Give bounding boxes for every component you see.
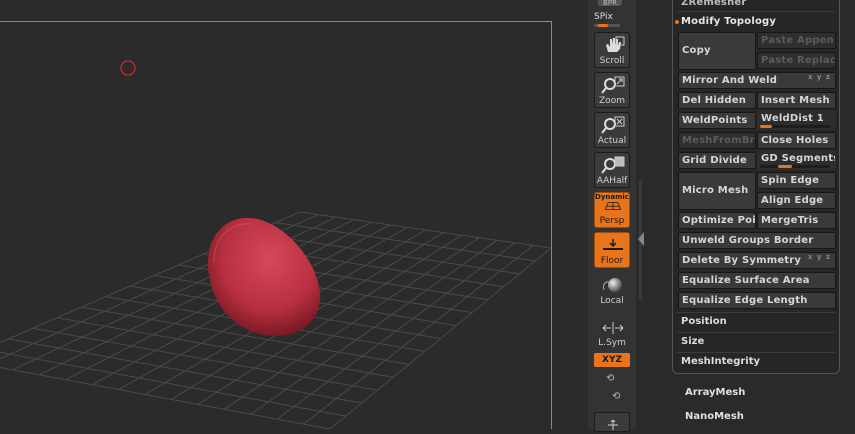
- mirror-and-weld-button[interactable]: Mirror And Weld x y z: [678, 72, 836, 89]
- delete-by-symmetry-button[interactable]: Delete By Symmetry x y z: [678, 252, 836, 269]
- rotate-z-icon[interactable]: ⟲: [612, 391, 620, 402]
- zoom-button[interactable]: Zoom: [594, 72, 630, 108]
- meshfrombrush-button[interactable]: MeshFromBru: [678, 132, 756, 149]
- collapse-arrow-icon[interactable]: [638, 232, 644, 246]
- nanomesh-subpalette[interactable]: NanoMesh: [685, 411, 744, 422]
- floor-label: Floor: [600, 256, 624, 266]
- optimize-points-button[interactable]: Optimize Poi: [678, 212, 756, 229]
- magnifier-half-icon: [601, 156, 625, 174]
- close-holes-button[interactable]: Close Holes: [757, 132, 836, 149]
- document-viewport[interactable]: [0, 0, 588, 429]
- lsym-label: L.Sym: [598, 338, 626, 348]
- equalize-edge-length-button[interactable]: Equalize Edge Length: [678, 292, 836, 309]
- rotate-y-icon[interactable]: ⟲: [606, 373, 614, 384]
- persp-label: Persp: [599, 216, 625, 226]
- scroll-button[interactable]: Scroll: [594, 32, 630, 68]
- mesh-object[interactable]: [207, 217, 321, 337]
- meshintegrity-subpalette[interactable]: MeshIntegrity: [681, 356, 760, 367]
- cursor-ring-icon: [120, 60, 136, 76]
- copy-button[interactable]: Copy: [678, 32, 756, 70]
- weldpoints-button[interactable]: WeldPoints: [678, 112, 756, 129]
- zoom-label: Zoom: [599, 96, 625, 106]
- local-button[interactable]: Local: [594, 272, 630, 308]
- spix-label: SPix: [594, 12, 613, 22]
- perspective-grid-icon: [604, 201, 622, 210]
- floor-icon: [603, 239, 623, 250]
- mergetris-button[interactable]: MergeTris: [757, 212, 836, 229]
- gd-segments-label: GD Segments: [761, 153, 836, 164]
- welddist-label: WeldDist 1: [761, 113, 824, 124]
- gd-segments-slider[interactable]: GD Segments: [757, 150, 836, 170]
- micro-mesh-button[interactable]: Micro Mesh: [678, 172, 756, 210]
- lsym-button[interactable]: L.Sym: [594, 314, 630, 350]
- equalize-surface-area-button[interactable]: Equalize Surface Area: [678, 272, 836, 289]
- paste-append-button[interactable]: Paste Appen: [757, 32, 836, 49]
- local-sphere-icon: [603, 278, 622, 292]
- modify-topology-header[interactable]: Modify Topology: [674, 16, 776, 27]
- align-edge-button[interactable]: Align Edge: [757, 192, 836, 209]
- hand-icon: [606, 36, 625, 52]
- grid-divide-button[interactable]: Grid Divide: [678, 152, 756, 169]
- actual-label: Actual: [597, 136, 627, 146]
- floor-button[interactable]: Floor: [594, 232, 630, 268]
- actual-button[interactable]: Actual: [594, 112, 630, 148]
- bpr-button[interactable]: BPR: [598, 0, 622, 7]
- spix-slider[interactable]: SPix: [594, 12, 630, 27]
- position-subpalette[interactable]: Position: [681, 316, 727, 327]
- xyz-toggle[interactable]: XYZ: [594, 353, 630, 367]
- welddist-slider[interactable]: WeldDist 1: [757, 110, 836, 130]
- paste-replace-button[interactable]: Paste Replac: [757, 52, 836, 69]
- persp-button[interactable]: Dynamic Persp: [594, 192, 630, 228]
- move-arrows-icon: [608, 419, 618, 430]
- delete-by-symmetry-label: Delete By Symmetry: [682, 255, 802, 266]
- insert-mesh-button[interactable]: Insert Mesh: [757, 92, 836, 109]
- magnifier-icon: [601, 76, 625, 94]
- spin-edge-button[interactable]: Spin Edge: [757, 172, 836, 189]
- axis-dots-icon: x y z: [807, 253, 831, 261]
- unweld-groups-border-button[interactable]: Unweld Groups Border: [678, 232, 836, 249]
- aahalf-button[interactable]: AAHalf: [594, 152, 630, 188]
- mirror-and-weld-label: Mirror And Weld: [682, 75, 778, 86]
- viewport-scene: [0, 60, 552, 429]
- axis-dots-icon: x y z: [807, 73, 831, 81]
- palette-collapse-strip: [636, 0, 672, 429]
- right-shelf: BPR SPix Scroll Zoom Actual AAHalf Dynam…: [588, 0, 636, 432]
- zremesher-header[interactable]: ZRemesher: [681, 0, 747, 8]
- symmetry-arrows-icon: [602, 322, 624, 334]
- local-label: Local: [600, 296, 624, 306]
- move-button[interactable]: [594, 412, 630, 432]
- magnifier-actual-icon: [601, 116, 625, 134]
- del-hidden-button[interactable]: Del Hidden: [678, 92, 756, 109]
- arraymesh-subpalette[interactable]: ArrayMesh: [685, 387, 745, 398]
- aahalf-label: AAHalf: [596, 176, 628, 186]
- size-subpalette[interactable]: Size: [681, 336, 704, 347]
- geometry-palette: ZRemesher Modify Topology Copy Paste App…: [672, 0, 840, 374]
- scroll-label: Scroll: [599, 56, 625, 66]
